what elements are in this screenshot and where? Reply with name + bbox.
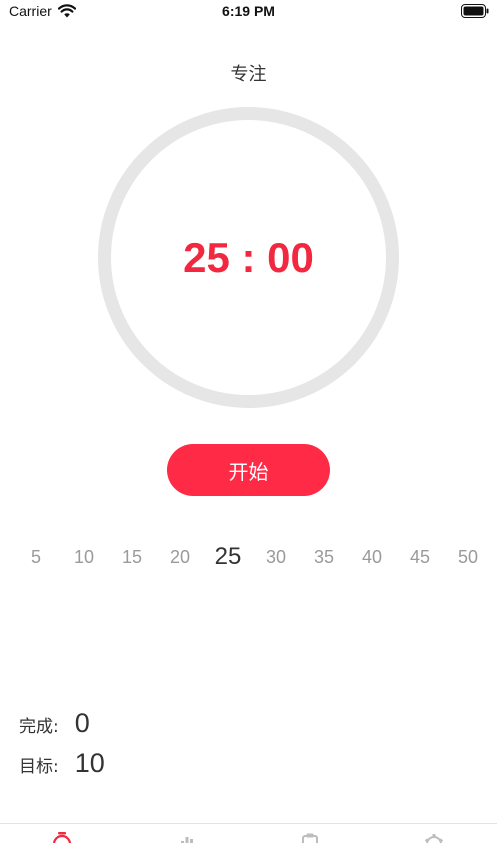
- target-label: 目标:: [19, 757, 59, 777]
- gear-icon[interactable]: [421, 830, 447, 843]
- clipboard-icon[interactable]: [297, 830, 323, 843]
- duration-option-20[interactable]: 20: [156, 540, 204, 574]
- duration-option-35[interactable]: 35: [300, 540, 348, 574]
- target-stat: 目标: 10: [19, 748, 105, 779]
- status-time: 6:19 PM: [222, 3, 275, 19]
- duration-option-15[interactable]: 15: [108, 540, 156, 574]
- timer-icon[interactable]: [49, 830, 75, 843]
- duration-option-40[interactable]: 40: [348, 540, 396, 574]
- duration-option-5[interactable]: 5: [12, 540, 60, 574]
- duration-option-10[interactable]: 10: [60, 540, 108, 574]
- page-title: 专注: [230, 64, 267, 85]
- completed-stat: 完成: 0: [19, 708, 90, 739]
- completed-value: 0: [74, 708, 90, 738]
- duration-option-25[interactable]: 25: [204, 540, 252, 574]
- duration-option-50[interactable]: 50: [444, 540, 492, 574]
- tab-bar: [0, 823, 497, 843]
- bar-chart-icon[interactable]: [173, 830, 199, 843]
- duration-option-30[interactable]: 30: [252, 540, 300, 574]
- focus-timer-screen: Carrier 6:19 PM 专注 25 : 00 开始 5 10 15 20 25 3…: [0, 0, 497, 843]
- completed-label: 完成:: [19, 717, 59, 737]
- duration-option-45[interactable]: 45: [396, 540, 444, 574]
- start-button[interactable]: 开始: [167, 444, 330, 496]
- target-value: 10: [74, 748, 105, 778]
- status-bar: Carrier 6:19 PM: [0, 0, 497, 26]
- duration-picker[interactable]: 5 10 15 20 25 30 35 40 45 50: [12, 540, 492, 574]
- battery-icon: [461, 4, 489, 18]
- timer-display: 25 : 00: [183, 233, 314, 281]
